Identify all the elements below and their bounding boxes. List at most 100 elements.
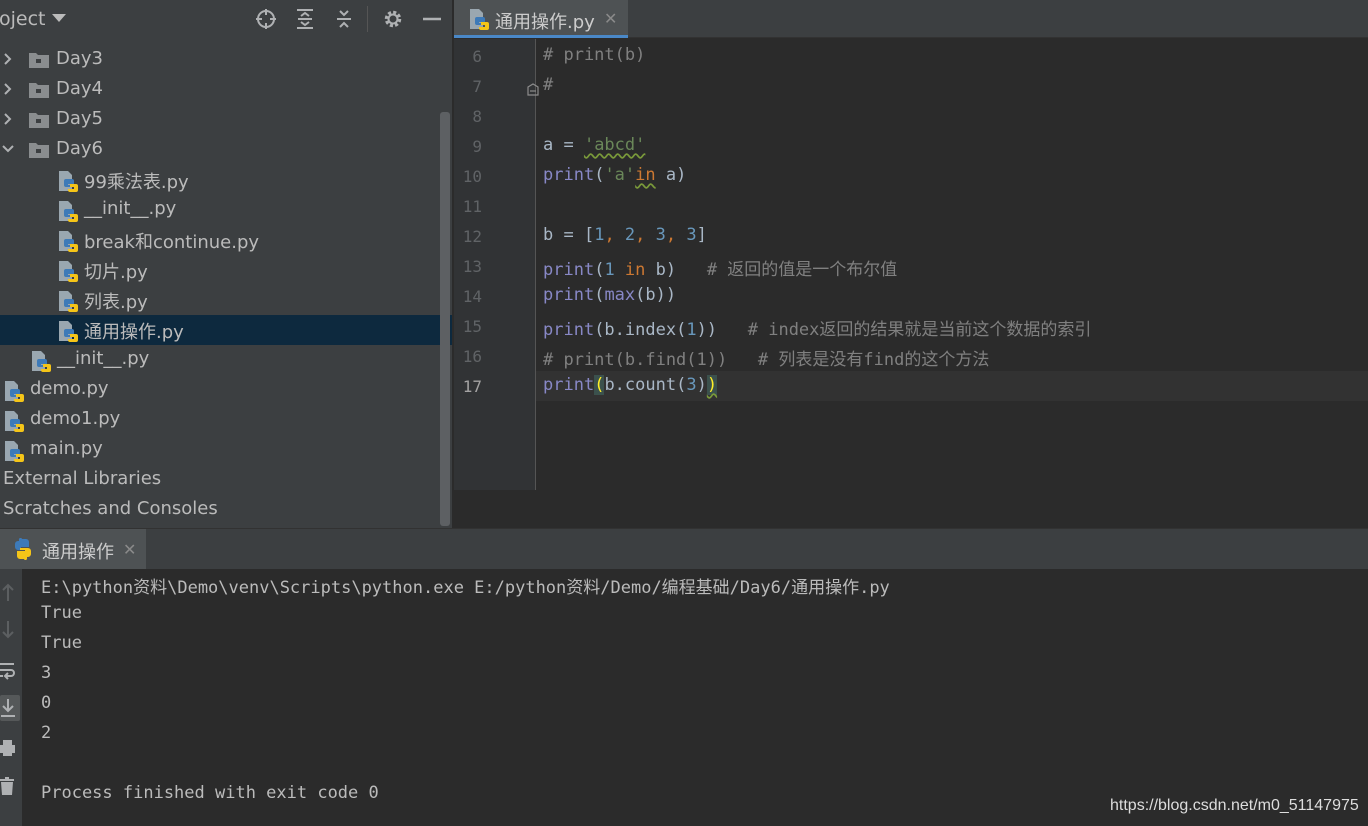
tree-file-break-continue[interactable]: break和continue.py	[0, 225, 438, 255]
up-arrow-icon[interactable]	[0, 579, 20, 605]
tree-file-list[interactable]: 列表.py	[0, 285, 438, 315]
code-line-12: b = [1, 2, 3, 3]	[543, 225, 707, 245]
line-number: 15	[462, 317, 482, 336]
tree-folder-day6[interactable]: Day6	[0, 135, 438, 165]
tree-scratches-consoles[interactable]: Scratches and Consoles	[0, 495, 438, 525]
tree-file-main[interactable]: main.py	[0, 435, 438, 465]
line-number: 13	[462, 257, 482, 276]
python-file-icon	[30, 350, 52, 372]
tree-file-init-root[interactable]: __init__.py	[0, 345, 438, 375]
code-comment: #	[543, 75, 554, 95]
console-line: True	[41, 633, 82, 653]
code-text-area[interactable]: # print(b) # a = 'abcd' print('a'in a) b…	[527, 39, 1368, 490]
editor-tab-common-ops[interactable]: 通用操作.py ✕	[454, 0, 628, 38]
tree-item-label: main.py	[30, 438, 103, 459]
soft-wrap-icon[interactable]	[0, 657, 20, 683]
tree-folder-day4[interactable]: Day4	[0, 75, 438, 105]
python-file-icon	[3, 380, 25, 402]
code-line-6: # print(b)	[543, 45, 645, 65]
console-line: 2	[41, 723, 52, 743]
editor-empty-area	[454, 490, 1368, 528]
tree-item-label: Scratches and Consoles	[3, 498, 218, 519]
line-number: 11	[462, 197, 482, 216]
hide-minus-icon[interactable]	[420, 7, 444, 31]
tree-file-demo1[interactable]: demo1.py	[0, 405, 438, 435]
python-file-icon	[57, 170, 79, 192]
tree-item-label: 列表.py	[84, 292, 148, 313]
code-token: )	[696, 375, 707, 395]
run-tab-common-ops[interactable]: 通用操作 ✕	[0, 529, 146, 569]
code-comment: # 返回的值是一个布尔值	[706, 260, 898, 280]
code-line-17: print(b.count(3))	[543, 375, 718, 395]
scroll-to-end-icon[interactable]	[0, 695, 20, 721]
project-view-title[interactable]: oject	[0, 8, 46, 30]
tree-item-label: __init__.py	[57, 348, 150, 369]
line-number: 7	[472, 77, 482, 96]
python-file-icon	[468, 8, 490, 30]
tree-external-libraries[interactable]: External Libraries	[0, 465, 438, 495]
code-token: ,	[635, 225, 656, 245]
code-number: 1	[686, 320, 697, 340]
code-number: 1	[604, 260, 615, 280]
line-number: 10	[462, 167, 482, 186]
code-token: ]	[696, 225, 707, 245]
code-comment: # print(b)	[543, 45, 646, 65]
locate-crosshair-icon[interactable]	[254, 7, 278, 31]
console-line: 0	[41, 693, 52, 713]
run-tab-bar: 通用操作 ✕	[0, 529, 1368, 569]
tree-file-99-multiplication[interactable]: 99乘法表.py	[0, 165, 438, 195]
tree-item-label: demo.py	[30, 378, 109, 399]
project-tree-scrollbar[interactable]	[440, 112, 450, 526]
code-token: b = [	[543, 225, 595, 245]
tree-item-label: Day5	[56, 108, 103, 129]
line-number: 6	[472, 47, 482, 66]
project-tool-window: oject Day3 Day4 Day5 Day6 99乘法表.py __ini…	[0, 0, 452, 528]
tree-file-demo[interactable]: demo.py	[0, 375, 438, 405]
folder-icon	[28, 111, 50, 129]
tree-item-label: __init__.py	[84, 198, 177, 219]
expand-all-icon[interactable]	[293, 7, 317, 31]
code-string: 'abcd'	[583, 135, 646, 155]
code-builtin: print	[543, 375, 595, 395]
code-builtin: max	[604, 285, 636, 305]
line-number-gutter[interactable]: 6 7 8 9 10 11 12 13 14 15 16 17	[454, 39, 536, 490]
console-line-command: E:\python资料\Demo\venv\Scripts\python.exe…	[41, 578, 890, 598]
down-arrow-icon[interactable]	[0, 617, 20, 643]
code-keyword: in	[614, 260, 646, 280]
close-icon[interactable]: ✕	[123, 540, 136, 559]
console-line-exit-status: Process finished with exit code 0	[41, 783, 379, 803]
code-token: (	[594, 165, 605, 185]
line-number: 14	[462, 287, 482, 306]
console-line: True	[41, 603, 82, 623]
trash-icon[interactable]	[0, 773, 20, 799]
python-file-icon	[57, 230, 79, 252]
blog-watermark: https://blog.csdn.net/m0_51147975	[1110, 797, 1359, 814]
tree-file-slice[interactable]: 切片.py	[0, 255, 438, 285]
code-token: ,	[604, 225, 625, 245]
code-token: b)	[645, 260, 707, 280]
code-keyword: in	[635, 165, 656, 185]
brace-match: )	[706, 375, 718, 395]
collapse-all-icon[interactable]	[332, 7, 356, 31]
chevron-down-icon[interactable]	[52, 14, 66, 22]
tree-item-label: break和continue.py	[84, 232, 260, 253]
tree-item-label: Day3	[56, 48, 103, 69]
fold-marker-icon[interactable]	[527, 80, 539, 96]
print-icon[interactable]	[0, 735, 20, 761]
code-token: ))	[696, 320, 748, 340]
code-builtin: print	[543, 165, 595, 185]
code-token: a =	[543, 135, 584, 155]
chevron-down-icon[interactable]	[1, 142, 15, 156]
close-icon[interactable]: ✕	[604, 9, 617, 28]
tree-folder-day3[interactable]: Day3	[0, 45, 438, 75]
settings-gear-icon[interactable]	[381, 7, 405, 31]
folder-icon	[28, 81, 50, 99]
tree-file-common-ops[interactable]: 通用操作.py	[0, 315, 452, 345]
tree-folder-day5[interactable]: Day5	[0, 105, 438, 135]
code-line-10: print('a'in a)	[543, 165, 686, 185]
chevron-right-icon[interactable]	[1, 82, 15, 96]
code-number: 2	[624, 225, 636, 245]
tree-file-init-day6[interactable]: __init__.py	[0, 195, 438, 225]
chevron-right-icon[interactable]	[1, 112, 15, 126]
chevron-right-icon[interactable]	[1, 52, 15, 66]
